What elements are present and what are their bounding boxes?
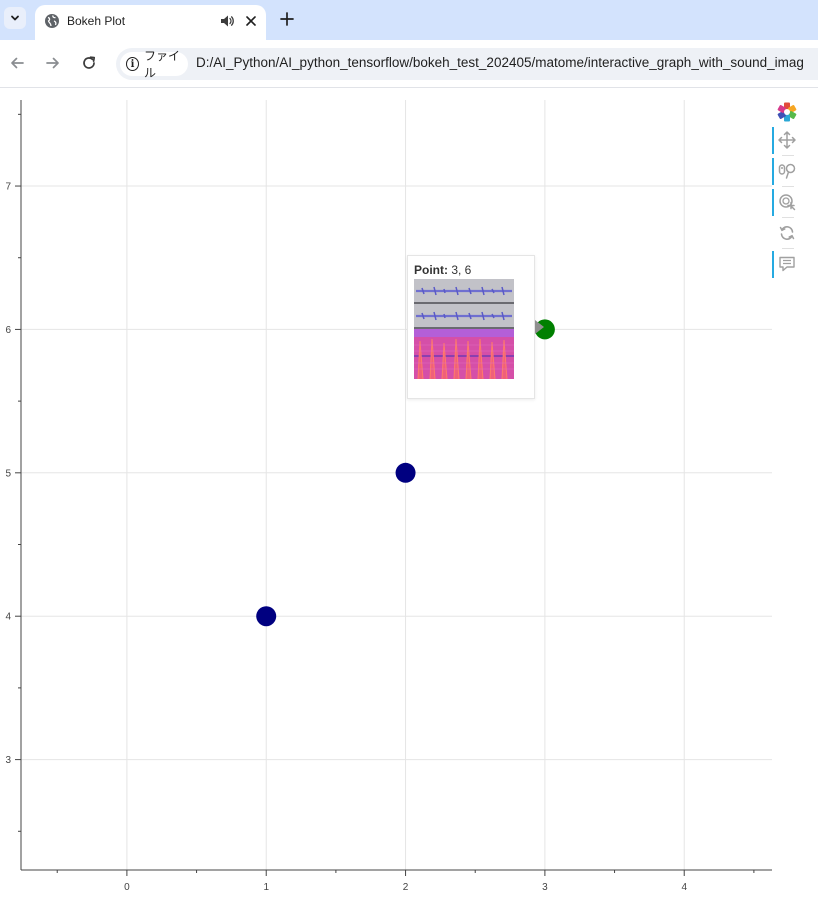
box-zoom-tool[interactable] [772,187,802,217]
hover-tooltip: Point: 3, 6 [407,255,535,399]
info-icon: i [126,57,139,71]
reset-tool[interactable] [772,218,802,248]
globe-icon [45,14,59,28]
forward-button[interactable] [43,53,63,73]
chevron-down-icon [11,15,19,21]
tooltip-value: 3, 6 [451,263,472,277]
x-tick-label: 0 [124,882,130,893]
close-icon [246,16,256,26]
tooltip-label: Point: 3, 6 [414,263,471,277]
y-tick-label: 4 [5,612,11,623]
browser-toolbar: i ファイル D:/AI_Python/AI_python_tensorflow… [0,40,818,88]
tab-close-button[interactable] [243,13,259,29]
y-tick-label: 6 [5,325,11,336]
reset-icon [779,226,795,240]
site-info-label: ファイル [144,49,181,80]
scatter-point[interactable] [256,606,277,627]
x-tick-label: 1 [263,882,269,893]
browser-tab[interactable]: Bokeh Plot [35,5,266,40]
scatter-point[interactable] [395,462,416,483]
arrow-right-icon [46,57,59,69]
plot-toolbar [772,97,802,287]
tooltip-arrow [535,320,544,334]
y-tick-label: 7 [5,182,11,193]
x-tick-label: 4 [681,882,687,893]
tab-title: Bokeh Plot [67,14,126,28]
bokeh-logo-icon [777,102,797,122]
axes [20,100,772,871]
spectrogram-image [414,279,514,379]
url-text[interactable]: D:/AI_Python/AI_python_tensorflow/bokeh_… [196,55,804,70]
x-tick-label: 3 [542,882,548,893]
reload-icon [83,56,96,69]
zoom-in-icon [779,194,796,211]
pan-tool[interactable] [772,125,802,155]
bokeh-plot[interactable]: 0 1 2 3 4 3 4 5 6 7 [0,88,818,923]
bokeh-logo[interactable] [772,97,802,127]
tab-search-button[interactable] [4,7,26,29]
pan-icon [778,131,796,149]
wheel-zoom-icon [778,163,796,179]
address-bar[interactable]: i ファイル D:/AI_Python/AI_python_tensorflow… [116,48,818,80]
speaker-icon[interactable] [219,13,235,29]
arrow-left-icon [11,57,24,69]
tab-strip: Bokeh Plot [0,0,818,40]
tooltip-key: Point: [414,263,448,277]
hover-tool[interactable] [772,249,802,279]
reload-button[interactable] [79,53,99,73]
x-tick-label: 2 [403,882,409,893]
wheel-zoom-tool[interactable] [772,156,802,186]
speech-bubble-icon [779,256,795,272]
y-tick-label: 3 [5,755,11,766]
new-tab-button[interactable] [278,10,296,28]
axis-ticks: 0 1 2 3 4 3 4 5 6 7 [5,113,755,893]
y-tick-label: 5 [5,468,11,479]
site-info-chip[interactable]: i ファイル [120,49,188,80]
back-button[interactable] [7,53,27,73]
grid-lines [21,100,772,870]
